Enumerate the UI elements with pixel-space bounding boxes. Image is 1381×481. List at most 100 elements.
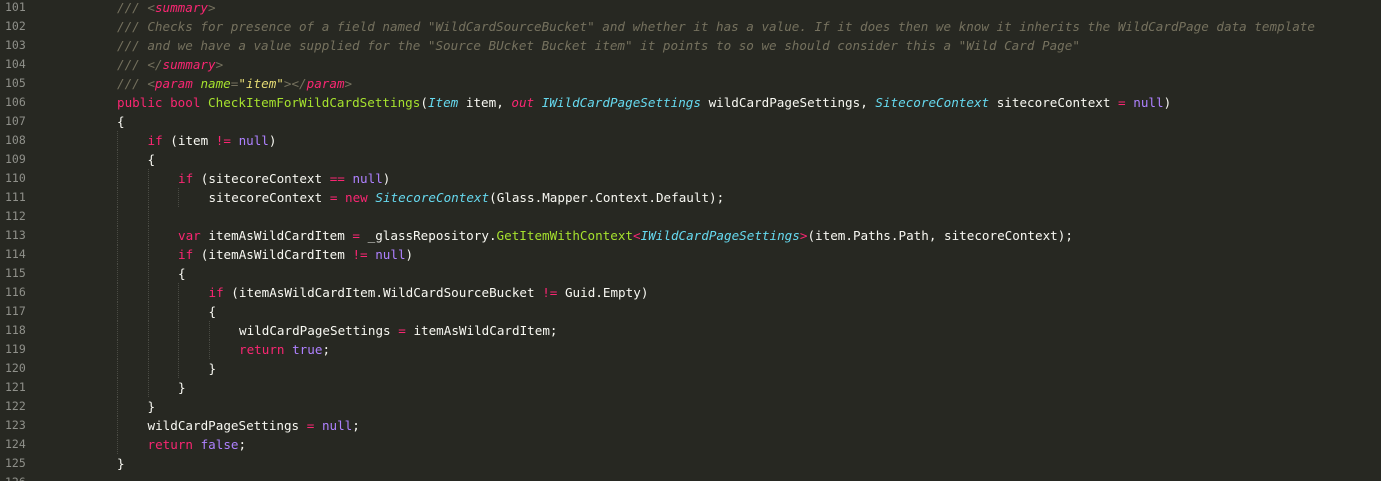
indent-guide bbox=[117, 150, 118, 169]
indent-guide bbox=[117, 378, 118, 397]
keyword-token: return bbox=[239, 342, 285, 357]
constant-token: null bbox=[238, 133, 269, 148]
comment-token: > bbox=[208, 0, 216, 15]
punctuation-token: } bbox=[147, 399, 156, 414]
code-line[interactable]: 104 /// </summary> bbox=[0, 55, 1381, 74]
code-area[interactable]: 101/// <summary> 102/// Checks for presen… bbox=[0, 0, 1381, 481]
punctuation-token: ( bbox=[489, 190, 497, 205]
code-line[interactable]: 111 sitecoreContext = new SitecoreContext… bbox=[0, 188, 1381, 207]
code-line[interactable]: 120} bbox=[0, 359, 1381, 378]
identifier-token: wildCardPageSettings bbox=[147, 418, 300, 433]
line-number: 120 bbox=[5, 361, 26, 375]
identifier-token: item bbox=[465, 95, 497, 110]
indent-guide bbox=[117, 245, 118, 264]
code-line[interactable]: 121} bbox=[0, 378, 1381, 397]
code-line[interactable]: 102 /// Checks for presence of a field na… bbox=[0, 17, 1381, 36]
code-line[interactable]: 125} bbox=[0, 454, 1381, 473]
code-line[interactable]: 112 bbox=[0, 207, 1381, 226]
code-line[interactable]: 115 { bbox=[0, 264, 1381, 283]
identifier-token: _glassRepository bbox=[367, 228, 489, 243]
indent-guide bbox=[117, 188, 118, 207]
constant-token: null bbox=[321, 418, 353, 433]
punctuation-token: } bbox=[208, 361, 217, 376]
operator-token: != bbox=[215, 133, 231, 148]
indent-guide bbox=[117, 340, 118, 359]
line-number: 117 bbox=[5, 304, 26, 318]
code-line[interactable]: 103 /// and we have a value supplied for … bbox=[0, 36, 1381, 55]
code-line[interactable]: 116 if (itemAsWildCardItem.WildCardSource… bbox=[0, 283, 1381, 302]
line-source: if (itemAsWildCardItem != null) bbox=[178, 245, 413, 264]
indent-guide bbox=[117, 131, 118, 150]
line-number: 122 bbox=[5, 399, 26, 413]
identifier-token: itemAsWildCardItem bbox=[413, 323, 550, 338]
doc-tag-token: param bbox=[154, 76, 193, 91]
punctuation-token: , bbox=[496, 95, 512, 110]
line-source: return true; bbox=[239, 340, 330, 359]
code-line[interactable]: 118 wildCardPageSettings = itemAsWildCard… bbox=[0, 321, 1381, 340]
line-number: 104 bbox=[5, 57, 26, 71]
line-source: var itemAsWildCardItem = _glassRepositor… bbox=[178, 226, 1073, 245]
keyword-token: out bbox=[511, 95, 535, 110]
line-source: } bbox=[148, 397, 156, 416]
indent-guide bbox=[117, 416, 118, 435]
code-line[interactable]: 101 /// <summary> bbox=[0, 0, 1381, 17]
punctuation-token: ) bbox=[1163, 95, 1172, 110]
code-line[interactable]: 107 { bbox=[0, 112, 1381, 131]
indent-guide bbox=[117, 435, 118, 454]
indent-guide bbox=[178, 340, 179, 359]
identifier-token: Guid bbox=[564, 285, 596, 300]
line-number: 126 bbox=[5, 473, 45, 481]
line-number: 105 bbox=[5, 76, 26, 90]
line-number: 113 bbox=[5, 228, 26, 242]
indent-guide bbox=[178, 359, 179, 378]
comment-token: /// </ bbox=[117, 57, 163, 72]
line-number: 116 bbox=[5, 285, 26, 299]
keyword-token: return bbox=[147, 437, 194, 452]
code-line[interactable]: 119 return true; bbox=[0, 340, 1381, 359]
line-number: 102 bbox=[5, 19, 26, 33]
doc-tag-token: param bbox=[306, 76, 345, 91]
line-number: 107 bbox=[5, 114, 26, 128]
code-line[interactable]: 109 { bbox=[0, 150, 1381, 169]
punctuation-token: . bbox=[595, 285, 603, 300]
code-line[interactable]: 124 return false; bbox=[0, 435, 1381, 454]
code-line[interactable]: 126 bbox=[0, 473, 1381, 481]
code-line[interactable]: 105/// <param name="item"></param> bbox=[0, 74, 1381, 93]
type-token: SitecoreContext bbox=[875, 95, 990, 110]
line-number: 121 bbox=[5, 380, 26, 394]
punctuation-token: ); bbox=[709, 190, 725, 205]
doc-tag-token: summary bbox=[154, 0, 209, 15]
type-token: Item bbox=[427, 95, 459, 110]
code-line[interactable]: 122} bbox=[0, 397, 1381, 416]
code-line[interactable]: 106 public bool CheckItemForWildCardSetti… bbox=[0, 93, 1381, 112]
indent-guide bbox=[147, 169, 149, 188]
indent-guide bbox=[147, 207, 149, 226]
code-line[interactable]: 113 var itemAsWildCardItem = _glassReposi… bbox=[0, 226, 1381, 245]
operator-token: == bbox=[329, 171, 345, 186]
code-line[interactable]: 110 if (sitecoreContext == null) bbox=[0, 169, 1381, 188]
punctuation-token: { bbox=[178, 266, 186, 281]
identifier-token: wildCardPageSettings bbox=[239, 323, 391, 338]
identifier-token: Default bbox=[655, 190, 710, 205]
code-line[interactable]: 123 wildCardPageSettings = null; bbox=[0, 416, 1381, 435]
identifier-token: sitecoreContext bbox=[944, 228, 1058, 243]
code-line[interactable]: 117 { bbox=[0, 302, 1381, 321]
code-editor[interactable]: 101/// <summary> 102/// Checks for presen… bbox=[0, 0, 1381, 481]
line-source: /// and we have a value supplied for the… bbox=[117, 36, 1080, 55]
line-source: } bbox=[178, 378, 186, 397]
indent-guide bbox=[117, 169, 118, 188]
punctuation-token: , bbox=[928, 228, 944, 243]
line-number: 111 bbox=[5, 190, 26, 204]
indent-guide bbox=[147, 378, 149, 397]
line-number: 110 bbox=[5, 171, 26, 185]
code-line[interactable]: 114 if (itemAsWildCardItem != null) bbox=[0, 245, 1381, 264]
code-line[interactable]: 108 if (item != null) bbox=[0, 131, 1381, 150]
keyword-token: if bbox=[178, 247, 194, 262]
identifier-token: wildCardPageSettings bbox=[708, 95, 861, 110]
